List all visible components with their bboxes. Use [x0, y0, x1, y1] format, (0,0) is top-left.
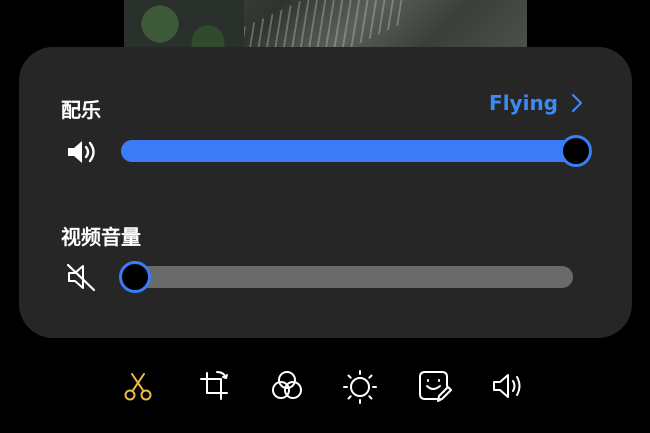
chevron-right-icon: [571, 93, 583, 113]
trim-icon: [124, 373, 152, 401]
crop-rotate-tool[interactable]: [194, 364, 234, 408]
music-volume-fill: [121, 140, 575, 162]
video-volume-slider[interactable]: [119, 261, 573, 293]
filter-tool[interactable]: [267, 364, 307, 408]
music-label: 配乐: [61, 98, 101, 122]
trim-tool[interactable]: [118, 364, 158, 408]
audio-icon: [493, 374, 521, 398]
speaker-icon[interactable]: [65, 137, 99, 167]
sticker-tool[interactable]: [414, 364, 454, 408]
audio-panel: 配乐 Flying 视频音量: [19, 47, 632, 338]
music-track-select[interactable]: Flying: [489, 91, 586, 115]
video-volume-label: 视频音量: [61, 225, 141, 249]
crop-rotate-icon: [200, 371, 228, 400]
audio-tool[interactable]: [488, 364, 528, 408]
music-volume-slider[interactable]: [121, 135, 592, 167]
speaker-muted-icon[interactable]: [65, 262, 99, 292]
brightness-icon: [343, 370, 377, 404]
edit-toolbar: [104, 364, 544, 410]
brightness-tool[interactable]: [340, 364, 380, 408]
music-volume-thumb[interactable]: [560, 135, 592, 167]
filter-icon: [272, 371, 302, 399]
music-track-name: Flying: [489, 91, 558, 115]
sticker-icon: [419, 371, 452, 402]
video-volume-thumb[interactable]: [119, 261, 151, 293]
